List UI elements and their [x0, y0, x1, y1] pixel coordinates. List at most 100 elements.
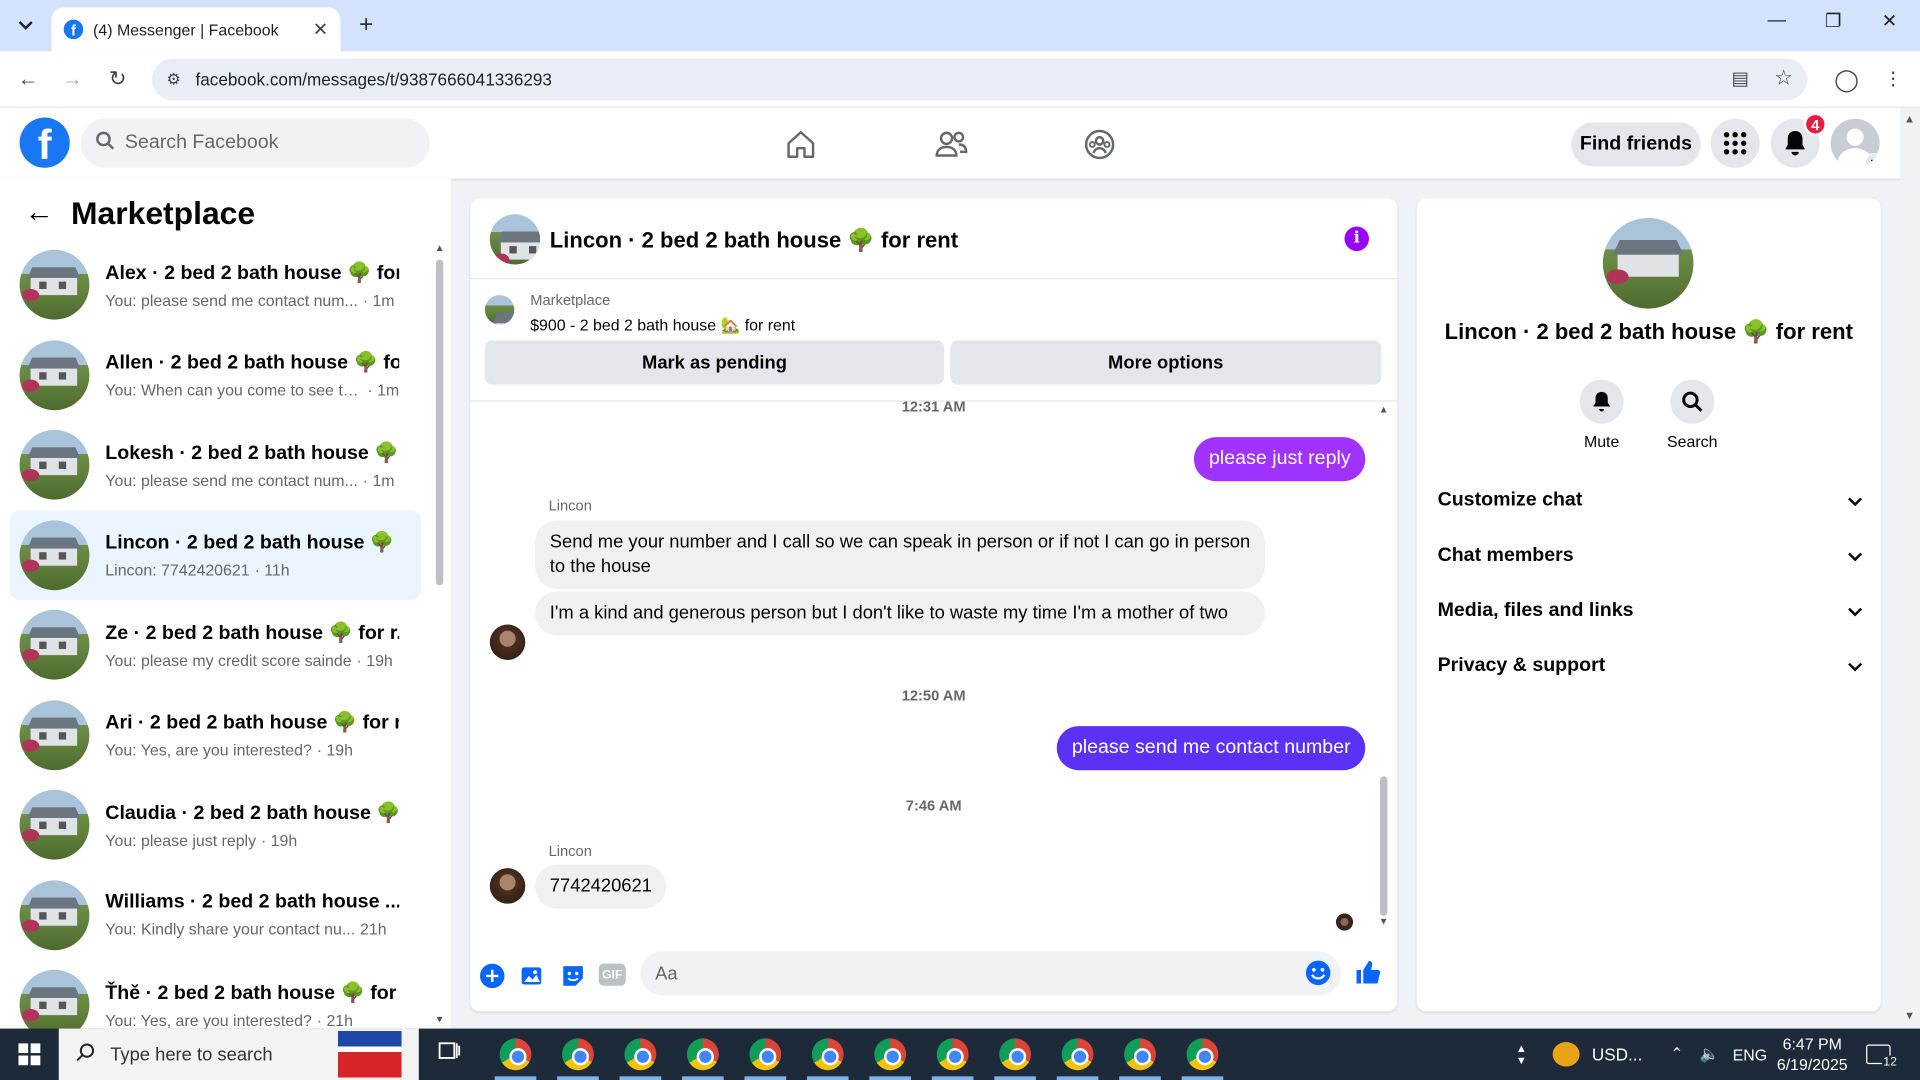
restore-icon[interactable]: ❐ — [1805, 10, 1861, 32]
sticker-icon[interactable] — [560, 962, 587, 989]
conversation-preview: Lincon: 7742420621 — [105, 561, 250, 580]
facebook-search[interactable] — [80, 118, 430, 168]
notification-badge: 4 — [1803, 112, 1827, 136]
show-hidden-icons-icon[interactable]: ⌃ — [1670, 1029, 1683, 1080]
browser-tab[interactable]: f (4) Messenger | Facebook ✕ — [51, 7, 341, 52]
conversation-item[interactable]: Lincon · 2 bed 2 bath house 🌳 f... Lincon… — [9, 510, 422, 601]
install-app-icon[interactable]: ▤ — [1731, 67, 1748, 90]
facebook-search-input[interactable] — [124, 132, 395, 155]
chrome-taskbar-icon[interactable] — [1181, 1038, 1224, 1080]
chat-avatar[interactable] — [489, 214, 541, 265]
new-tab-button[interactable]: + — [353, 10, 380, 39]
conversation-item[interactable]: Williams · 2 bed 2 bath house ... You: Ki… — [10, 870, 421, 960]
close-window-icon[interactable]: ✕ — [1861, 10, 1917, 32]
incoming-message[interactable]: Send me your number and I call so we can… — [535, 520, 1265, 589]
customize-chat-row[interactable]: Customize chat — [1436, 476, 1863, 525]
sender-avatar[interactable] — [489, 624, 526, 661]
sender-avatar[interactable] — [489, 868, 526, 904]
message-input[interactable] — [640, 951, 1341, 996]
forward-arrow-icon[interactable]: → — [59, 66, 86, 93]
taskbar-search[interactable] — [58, 1028, 419, 1080]
message-input-field[interactable] — [655, 963, 1268, 984]
info-icon[interactable]: i — [1344, 226, 1369, 252]
notification-center-icon[interactable]: 12 — [1866, 1029, 1907, 1080]
chrome-taskbar-icon[interactable] — [494, 1038, 537, 1080]
chat-title[interactable]: Lincon · 2 bed 2 bath house 🌳 for rent — [550, 228, 958, 254]
address-bar[interactable]: ⚙ facebook.com/messages/t/93876660413362… — [151, 58, 1808, 101]
mark-as-pending-button[interactable]: Mark as pending — [484, 340, 945, 385]
emoji-icon[interactable] — [1305, 960, 1331, 992]
url-text[interactable]: facebook.com/messages/t/9387666041336293 — [195, 70, 551, 90]
home-icon[interactable] — [779, 122, 823, 166]
chrome-taskbar-icon[interactable] — [557, 1038, 599, 1080]
outgoing-message[interactable]: please just reply — [1194, 437, 1366, 482]
chrome-menu-icon[interactable]: ⋮ — [1880, 66, 1907, 93]
chrome-taskbar-icon[interactable] — [1056, 1038, 1099, 1080]
taskbar-search-input[interactable] — [110, 1043, 331, 1065]
conversation-item[interactable]: Ze · 2 bed 2 bath house 🌳 for r... You: p… — [10, 600, 421, 690]
chrome-taskbar-icon[interactable] — [994, 1038, 1036, 1080]
windows-start-icon[interactable] — [0, 1029, 59, 1080]
gif-icon[interactable]: GIF — [598, 963, 626, 986]
chrome-taskbar-icon[interactable] — [931, 1038, 974, 1080]
plus-icon[interactable] — [479, 962, 506, 989]
sidebar-scrollbar[interactable]: ▲ ▼ — [433, 242, 445, 1024]
facebook-logo[interactable]: f — [19, 117, 70, 168]
conversation-item[interactable]: Ari · 2 bed 2 bath house 🌳 for r... You: … — [10, 690, 421, 780]
conversation-item[interactable]: Claudia · 2 bed 2 bath house 🌳 ... You: p… — [10, 780, 421, 870]
incoming-message[interactable]: 7742420621 — [535, 864, 667, 909]
conversation-photo[interactable] — [1602, 217, 1694, 309]
tab-search-menu-button[interactable] — [10, 10, 42, 42]
conversation-item[interactable]: Alex · 2 bed 2 bath house 🌳 for... You: p… — [10, 240, 421, 330]
reload-icon[interactable]: ↻ — [104, 66, 131, 93]
back-arrow-icon[interactable]: ← — [15, 66, 42, 93]
menu-grid-icon[interactable] — [1710, 118, 1760, 168]
clock[interactable]: 6:47 PM 6/19/2025 — [1773, 1029, 1851, 1080]
listing-thumbnail[interactable] — [484, 295, 515, 325]
chrome-taskbar-icon[interactable] — [619, 1038, 662, 1080]
page-scrollbar[interactable]: ▲ ▼ — [1900, 107, 1920, 1029]
listing-title[interactable]: $900 - 2 bed 2 bath house 🏡 for rent — [530, 316, 795, 336]
site-info-icon[interactable]: ⚙ — [167, 70, 181, 90]
chrome-taskbar-icon[interactable] — [1119, 1038, 1161, 1080]
chrome-taskbar-icon[interactable] — [806, 1038, 849, 1080]
privacy-support-row[interactable]: Privacy & support — [1436, 642, 1863, 691]
sidebar-scroll-thumb[interactable] — [435, 259, 444, 586]
back-arrow-icon[interactable]: ← — [24, 196, 53, 230]
chrome-taskbar-icon[interactable] — [682, 1038, 724, 1080]
profile-icon[interactable]: ◯ — [1833, 66, 1860, 93]
conversation-avatar — [19, 880, 90, 950]
tray-scroll-icon[interactable]: ▲ ▼ — [1516, 1029, 1527, 1080]
incoming-message[interactable]: I'm a kind and generous person but I don… — [535, 591, 1265, 636]
search-label: Search — [1667, 432, 1718, 451]
bookmark-star-icon[interactable]: ☆ — [1774, 66, 1793, 90]
account-avatar[interactable]: ▾ — [1830, 118, 1880, 168]
friends-icon[interactable] — [929, 122, 973, 166]
more-options-button[interactable]: More options — [950, 340, 1382, 385]
minimize-icon[interactable]: — — [1749, 10, 1805, 31]
conversation-item[interactable]: Lokesh · 2 bed 2 bath house 🌳 ... You: pl… — [10, 420, 421, 510]
speaker-icon[interactable]: 🔈 — [1700, 1029, 1720, 1080]
groups-icon[interactable] — [1078, 122, 1122, 166]
currency-widget[interactable]: USD... — [1552, 1029, 1642, 1080]
chat-scrollbar[interactable]: ▲ ▼ — [1378, 404, 1390, 931]
conversation-list: Alex · 2 bed 2 bath house 🌳 for... You: p… — [9, 240, 422, 1050]
chrome-taskbar-icon[interactable] — [744, 1038, 787, 1080]
chat-members-row[interactable]: Chat members — [1436, 531, 1863, 580]
language-indicator[interactable]: ENG — [1733, 1029, 1767, 1080]
thumbs-up-icon[interactable] — [1354, 959, 1381, 986]
conversation-item[interactable]: Allen · 2 bed 2 bath house 🌳 fo... You: W… — [10, 330, 421, 420]
mute-button[interactable]: Mute — [1565, 379, 1638, 451]
conversation-avatar — [19, 790, 90, 860]
find-friends-button[interactable]: Find friends — [1571, 122, 1701, 167]
close-tab-icon[interactable]: ✕ — [313, 18, 328, 41]
outgoing-message[interactable]: please send me contact number — [1057, 726, 1366, 771]
chrome-taskbar-icon[interactable] — [869, 1038, 912, 1080]
photo-icon[interactable] — [519, 962, 546, 989]
search-in-conversation-button[interactable]: Search — [1656, 379, 1729, 451]
search-highlight-image[interactable] — [337, 1031, 402, 1078]
windows-taskbar: ▲▼ USD... ⌃ 🔈 ENG 6:47 PM 6/19/2025 12 — [0, 1028, 1920, 1080]
media-files-links-row[interactable]: Media, files and links — [1436, 587, 1863, 636]
task-view-icon[interactable] — [436, 1041, 463, 1068]
chat-scroll-thumb[interactable] — [1380, 776, 1388, 916]
